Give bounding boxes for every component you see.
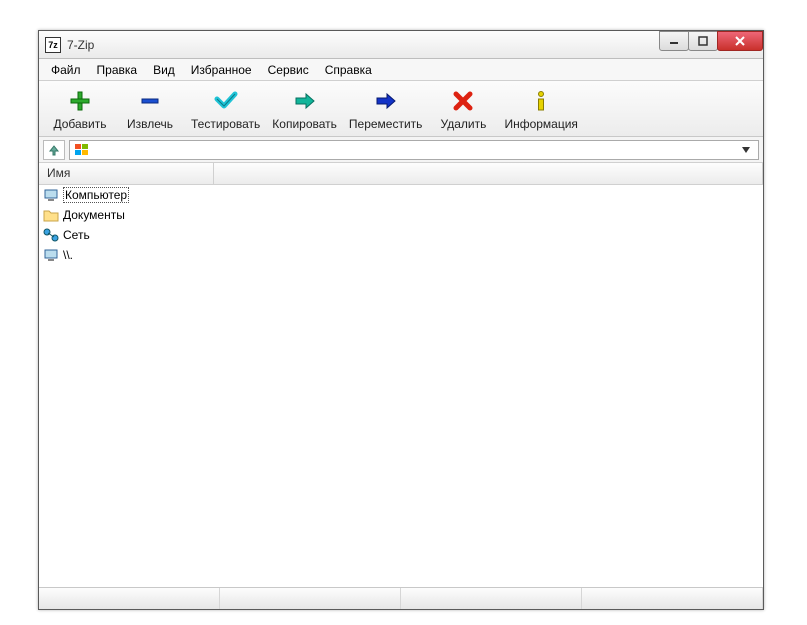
arrow-right-blue-icon	[374, 89, 398, 113]
toolbar-delete-label: Удалить	[441, 117, 487, 131]
menu-favorites[interactable]: Избранное	[183, 61, 260, 79]
menu-view[interactable]: Вид	[145, 61, 183, 79]
up-folder-icon	[47, 143, 61, 157]
info-icon	[532, 89, 550, 113]
app-icon: 7z	[45, 37, 61, 53]
list-item-label: Компьютер	[63, 187, 129, 203]
status-cell	[39, 588, 220, 609]
minimize-button[interactable]	[659, 31, 689, 51]
check-icon	[214, 89, 238, 113]
close-button[interactable]	[717, 31, 763, 51]
list-item[interactable]: Сеть	[39, 225, 763, 245]
arrow-right-teal-icon	[293, 89, 317, 113]
network-icon	[43, 227, 59, 243]
column-header-name[interactable]: Имя	[39, 163, 214, 184]
computer-icon	[43, 247, 59, 263]
column-header-blank[interactable]	[214, 163, 763, 184]
minus-icon	[139, 89, 161, 113]
status-cell	[220, 588, 401, 609]
toolbar-add-label: Добавить	[53, 117, 106, 131]
toolbar-move-label: Переместить	[349, 117, 423, 131]
windows-flag-icon	[74, 142, 90, 158]
folder-icon	[43, 207, 59, 223]
plus-icon	[69, 89, 91, 113]
list-item-label: \\.	[63, 248, 73, 262]
app-window: 7z 7-Zip Файл Правка Вид Избранное Серви…	[38, 30, 764, 610]
toolbar-extract-label: Извлечь	[127, 117, 173, 131]
file-list[interactable]: Компьютер Документы Сеть \\.	[39, 185, 763, 587]
menubar: Файл Правка Вид Избранное Сервис Справка	[39, 59, 763, 81]
list-item-label: Сеть	[63, 228, 90, 242]
menu-tools[interactable]: Сервис	[260, 61, 317, 79]
toolbar-info-button[interactable]: Информация	[498, 85, 583, 133]
toolbar-info-label: Информация	[504, 117, 577, 131]
up-button[interactable]	[43, 140, 65, 160]
menu-help[interactable]: Справка	[317, 61, 380, 79]
x-icon	[453, 89, 473, 113]
maximize-button[interactable]	[688, 31, 718, 51]
toolbar-extract-button[interactable]: Извлечь	[115, 85, 185, 133]
status-cell	[401, 588, 582, 609]
list-item-label: Документы	[63, 208, 125, 222]
list-item[interactable]: \\.	[39, 245, 763, 265]
toolbar-copy-button[interactable]: Копировать	[266, 85, 343, 133]
toolbar-copy-label: Копировать	[272, 117, 337, 131]
menu-file[interactable]: Файл	[43, 61, 89, 79]
computer-icon	[43, 187, 59, 203]
titlebar[interactable]: 7z 7-Zip	[39, 31, 763, 59]
status-cell	[582, 588, 763, 609]
toolbar-test-label: Тестировать	[191, 117, 260, 131]
address-dropdown-button[interactable]	[738, 143, 754, 157]
column-header-row: Имя	[39, 163, 763, 185]
address-bar	[39, 137, 763, 163]
status-bar	[39, 587, 763, 609]
chevron-down-icon	[742, 146, 750, 154]
list-item[interactable]: Компьютер	[39, 185, 763, 205]
toolbar: Добавить Извлечь Тестировать Копировать …	[39, 81, 763, 137]
toolbar-delete-button[interactable]: Удалить	[428, 85, 498, 133]
list-item[interactable]: Документы	[39, 205, 763, 225]
address-field[interactable]	[69, 140, 759, 160]
window-controls	[660, 31, 763, 51]
window-title: 7-Zip	[67, 38, 94, 52]
toolbar-test-button[interactable]: Тестировать	[185, 85, 266, 133]
address-input[interactable]	[94, 142, 738, 158]
toolbar-move-button[interactable]: Переместить	[343, 85, 429, 133]
toolbar-add-button[interactable]: Добавить	[45, 85, 115, 133]
menu-edit[interactable]: Правка	[89, 61, 146, 79]
